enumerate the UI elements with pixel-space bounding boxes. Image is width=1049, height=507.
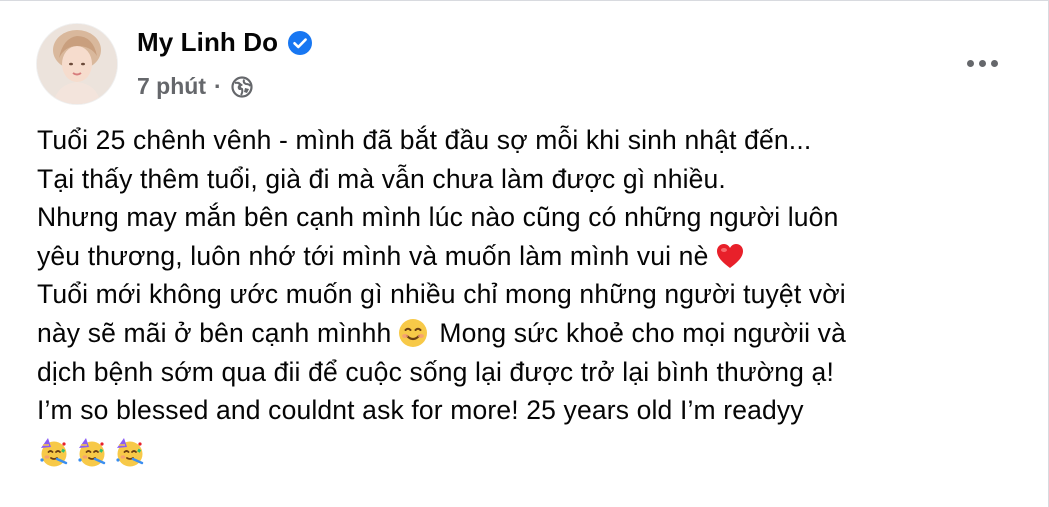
post-header: My Linh Do (137, 27, 313, 58)
more-dot-icon (966, 59, 974, 67)
post-line-text: Tại thấy thêm tuổi, già đi mà vẫn chưa l… (37, 163, 726, 194)
post-line-text: này sẽ mãi ở bên cạnh mìnhh (37, 317, 392, 348)
post-line: Tuổi 25 chênh vênh - mình đã bắt đầu sợ … (37, 121, 1027, 160)
partying-face-emoji-icon (37, 436, 69, 468)
partying-face-emoji-icon (75, 436, 107, 468)
post-line: Nhưng may mắn bên cạnh mình lúc nào cũng… (37, 198, 1027, 237)
post-line: yêu thương, luôn nhớ tới mình và muốn là… (37, 237, 1027, 276)
meta-separator: · (214, 73, 222, 99)
post-line-text: Tuổi 25 chênh vênh - mình đã bắt đầu sợ … (37, 125, 812, 155)
author-name[interactable]: My Linh Do (137, 27, 278, 58)
post-line-text: yêu thương, luôn nhớ tới mình và muốn là… (37, 240, 709, 271)
post-line-text: dịch bệnh sớm qua đii để cuộc sống lại đ… (37, 356, 834, 387)
post-line: dịch bệnh sớm qua đii để cuộc sống lại đ… (37, 353, 1027, 392)
more-dot-icon (978, 59, 986, 67)
post-line: Tuổi mới không ước muốn gì nhiều chỉ mon… (37, 275, 1027, 314)
verified-badge-icon (287, 30, 313, 56)
post-line: này sẽ mãi ở bên cạnh mìnhh Mong sức kho… (37, 314, 1027, 353)
partying-face-emoji-icon (113, 436, 145, 468)
facebook-post: My Linh Do 7 phút · Tuổi 25 chênh vênh -… (0, 0, 1049, 507)
post-timestamp[interactable]: 7 phút (137, 73, 206, 100)
post-line-text: Nhưng may mắn bên cạnh mình lúc nào cũng… (37, 202, 839, 233)
post-line-text: I’m so blessed and couldnt ask for more!… (37, 395, 804, 426)
post-line-text: Tuổi mới không ước muốn gì nhiều chỉ mon… (37, 279, 846, 310)
avatar[interactable] (37, 24, 117, 104)
red-heart-emoji-icon (714, 240, 746, 272)
emoji-row (37, 430, 1027, 474)
smiling-face-emoji-icon (397, 317, 429, 349)
post-line-text: Mong sức khoẻ cho mọi ngườii và (439, 317, 846, 348)
post-text: Tuổi 25 chênh vênh - mình đã bắt đầu sợ … (37, 121, 1027, 474)
more-dot-icon (990, 59, 998, 67)
post-meta: 7 phút · (137, 73, 254, 100)
more-options-button[interactable] (960, 45, 1004, 81)
post-line: I’m so blessed and couldnt ask for more!… (37, 391, 1027, 430)
globe-icon[interactable] (230, 75, 254, 99)
post-line: Tại thấy thêm tuổi, già đi mà vẫn chưa l… (37, 160, 1027, 199)
